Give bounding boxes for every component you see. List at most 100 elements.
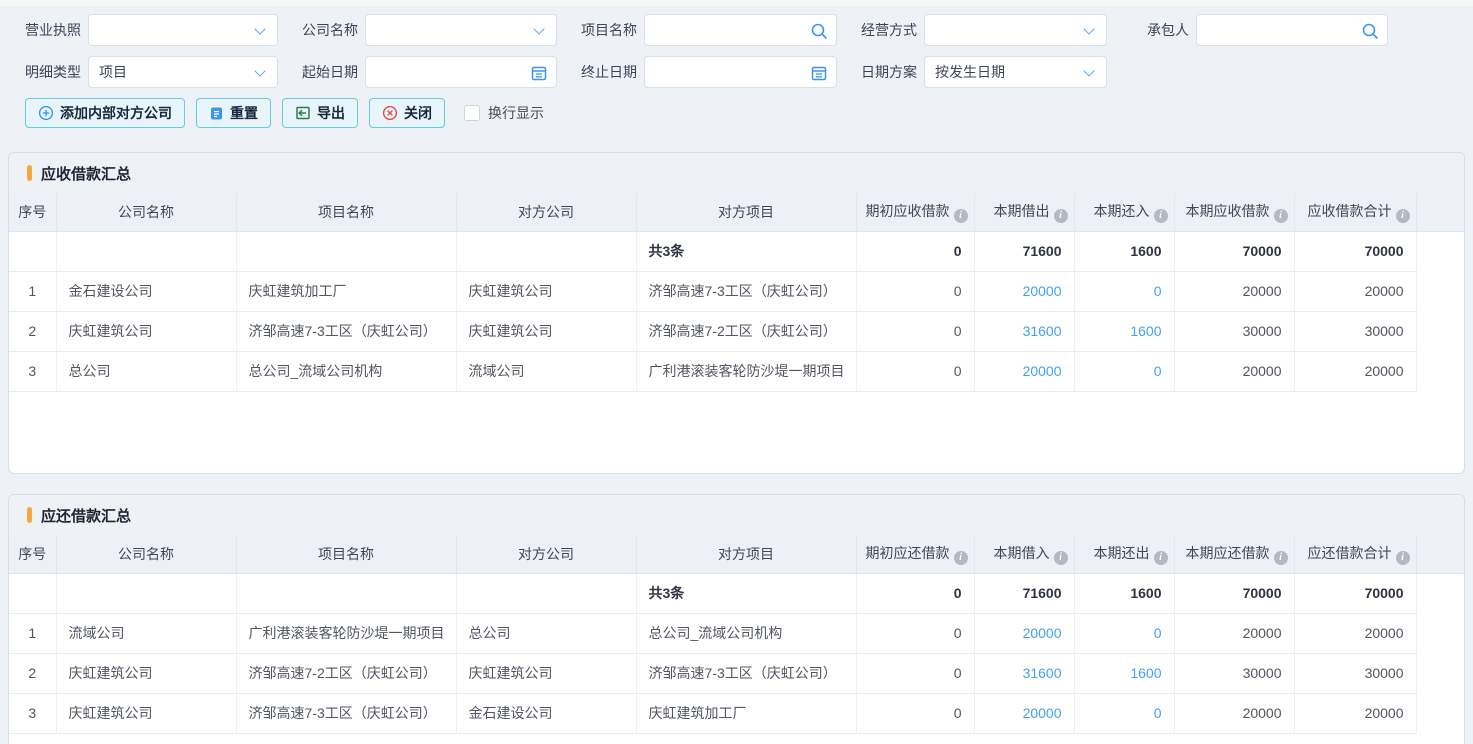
cell-seq: 1 — [9, 271, 56, 311]
chevron-down-icon — [254, 23, 265, 34]
wrap-display-toggle[interactable]: 换行显示 — [464, 103, 544, 123]
cell-counterparty: 金石建设公司 — [456, 693, 636, 733]
payable-panel-title: 应还借款汇总 — [9, 495, 1464, 535]
info-icon[interactable] — [1054, 551, 1068, 565]
col-label: 本期还入 — [1094, 203, 1150, 219]
col-borrowed: 本期借入 — [974, 535, 1074, 573]
date-scheme-value: 按发生日期 — [935, 62, 1005, 82]
operation-mode-group: 经营方式 — [861, 14, 1107, 46]
cell-repaid-out-link[interactable]: 0 — [1074, 613, 1174, 653]
operation-mode-select[interactable] — [924, 14, 1107, 46]
sum-opening: 0 — [856, 231, 974, 271]
cell-project: 总公司_流域公司机构 — [236, 351, 456, 391]
receivable-title-text: 应收借款汇总 — [41, 163, 131, 184]
cell-project: 济邹高速7-2工区（庆虹公司） — [236, 653, 456, 693]
record-count: 共3条 — [636, 231, 856, 271]
col-current-receivable: 本期应收借款 — [1174, 193, 1294, 231]
contractor-search-input[interactable] — [1196, 14, 1388, 46]
cell-repaid-in-link[interactable]: 0 — [1074, 351, 1174, 391]
export-button[interactable]: 导出 — [282, 98, 358, 128]
cell-lent-link[interactable]: 20000 — [974, 271, 1074, 311]
info-icon[interactable] — [1154, 209, 1168, 223]
cell-seq: 1 — [9, 613, 56, 653]
search-icon — [1361, 22, 1379, 40]
project-name-search-input[interactable] — [644, 14, 837, 46]
cell-current: 30000 — [1174, 653, 1294, 693]
cell-repaid-out-link[interactable]: 0 — [1074, 693, 1174, 733]
info-icon[interactable] — [1396, 551, 1410, 565]
table-row[interactable]: 1 金石建设公司 庆虹建筑加工厂 庆虹建筑公司 济邹高速7-3工区（庆虹公司） … — [9, 271, 1464, 311]
cell-repaid-out-link[interactable]: 1600 — [1074, 653, 1174, 693]
title-marker — [27, 165, 32, 181]
info-icon[interactable] — [1274, 209, 1288, 223]
col-label: 应还借款合计 — [1308, 545, 1392, 561]
cell-opening: 0 — [856, 693, 974, 733]
table-row[interactable]: 2 庆虹建筑公司 济邹高速7-3工区（庆虹公司） 庆虹建筑公司 济邹高速7-2工… — [9, 311, 1464, 351]
date-scheme-label: 日期方案 — [861, 62, 917, 82]
reset-label: 重置 — [230, 103, 258, 123]
info-icon[interactable] — [1396, 209, 1410, 223]
table-row[interactable]: 3 庆虹建筑公司 济邹高速7-3工区（庆虹公司） 金石建设公司 庆虹建筑加工厂 … — [9, 693, 1464, 733]
info-icon[interactable] — [1154, 551, 1168, 565]
add-internal-company-button[interactable]: 添加内部对方公司 — [25, 98, 185, 128]
filter-row-1: 营业执照 公司名称 项目名称 经营方式 — [25, 14, 1473, 46]
cell-current: 30000 — [1174, 311, 1294, 351]
info-icon[interactable] — [954, 209, 968, 223]
wrap-display-checkbox[interactable] — [464, 105, 480, 121]
table-row[interactable]: 3 总公司 总公司_流域公司机构 流域公司 广利港滚装客轮防沙堤一期项目 0 2… — [9, 351, 1464, 391]
calendar-icon — [530, 64, 548, 82]
date-scheme-select[interactable]: 按发生日期 — [924, 56, 1107, 88]
end-date-input[interactable] — [644, 56, 837, 88]
business-license-select[interactable] — [88, 14, 278, 46]
search-icon — [810, 22, 828, 40]
summary-row: 共3条 0 71600 1600 70000 70000 — [9, 573, 1464, 613]
col-label: 应收借款合计 — [1308, 203, 1392, 219]
info-icon[interactable] — [954, 551, 968, 565]
title-marker — [27, 507, 32, 523]
cell-lent-link[interactable]: 31600 — [974, 311, 1074, 351]
business-license-label: 营业执照 — [25, 20, 81, 40]
operation-mode-label: 经营方式 — [861, 20, 917, 40]
cell-counterparty-project: 总公司_流域公司机构 — [636, 613, 856, 653]
cell-project: 广利港滚装客轮防沙堤一期项目 — [236, 613, 456, 653]
info-icon[interactable] — [1054, 209, 1068, 223]
calendar-icon — [810, 64, 828, 82]
cell-lent-link[interactable]: 20000 — [974, 351, 1074, 391]
cell-total: 30000 — [1294, 653, 1416, 693]
detail-type-select[interactable]: 项目 — [88, 56, 278, 88]
cell-counterparty-project: 庆虹建筑加工厂 — [636, 693, 856, 733]
col-label: 本期应收借款 — [1186, 203, 1270, 219]
end-date-label: 终止日期 — [581, 62, 637, 82]
table-row[interactable]: 2 庆虹建筑公司 济邹高速7-2工区（庆虹公司） 庆虹建筑公司 济邹高速7-3工… — [9, 653, 1464, 693]
cell-borrowed-link[interactable]: 20000 — [974, 693, 1074, 733]
company-name-select[interactable] — [365, 14, 557, 46]
cell-repaid-in-link[interactable]: 0 — [1074, 271, 1174, 311]
sum-repaid-out: 1600 — [1074, 573, 1174, 613]
cell-counterparty: 庆虹建筑公司 — [456, 271, 636, 311]
payable-header-row: 序号 公司名称 项目名称 对方公司 对方项目 期初应还借款 本期借入 本期还出 … — [9, 535, 1464, 573]
cell-counterparty-project: 济邹高速7-2工区（庆虹公司） — [636, 311, 856, 351]
cell-counterparty-project: 济邹高速7-3工区（庆虹公司） — [636, 271, 856, 311]
cell-current: 20000 — [1174, 351, 1294, 391]
cell-borrowed-link[interactable]: 20000 — [974, 613, 1074, 653]
filter-bar: 营业执照 公司名称 项目名称 经营方式 — [0, 6, 1473, 88]
detail-type-group: 明细类型 项目 — [25, 56, 278, 88]
col-company: 公司名称 — [56, 535, 236, 573]
close-button[interactable]: 关闭 — [369, 98, 445, 128]
cell-counterparty: 总公司 — [456, 613, 636, 653]
cell-repaid-in-link[interactable]: 1600 — [1074, 311, 1174, 351]
start-date-group: 起始日期 — [302, 56, 557, 88]
company-name-group: 公司名称 — [302, 14, 557, 46]
table-row[interactable]: 1 流域公司 广利港滚装客轮防沙堤一期项目 总公司 总公司_流域公司机构 0 2… — [9, 613, 1464, 653]
cell-borrowed-link[interactable]: 31600 — [974, 653, 1074, 693]
cell-company: 总公司 — [56, 351, 236, 391]
col-label: 本期借出 — [994, 203, 1050, 219]
cell-counterparty-project: 广利港滚装客轮防沙堤一期项目 — [636, 351, 856, 391]
sum-total: 70000 — [1294, 231, 1416, 271]
cell-seq: 3 — [9, 351, 56, 391]
wrap-display-label: 换行显示 — [488, 103, 544, 123]
info-icon[interactable] — [1274, 551, 1288, 565]
cell-project: 庆虹建筑加工厂 — [236, 271, 456, 311]
reset-button[interactable]: 重置 — [196, 98, 271, 128]
start-date-input[interactable] — [365, 56, 557, 88]
